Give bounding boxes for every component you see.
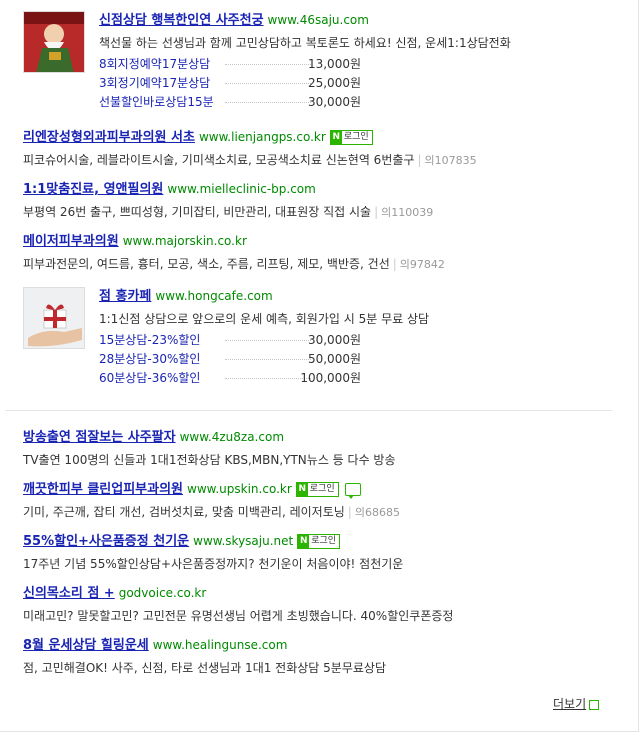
talk-chat-icon[interactable] — [344, 483, 361, 499]
badge-label: 로그인 — [309, 484, 335, 494]
naver-login-badge[interactable]: N 로그인 — [297, 534, 341, 549]
ad-description: 부평역 26번 출구, 쁘띠성형, 기미잡티, 비만관리, 대표원장 직접 시술 — [23, 205, 372, 219]
price-row[interactable]: 60분상담-36%할인 100,000원 — [99, 369, 385, 388]
naver-n-icon: N — [296, 483, 308, 496]
ad-url[interactable]: godvoice.co.kr — [119, 586, 207, 600]
license-number: 의107835 — [424, 154, 477, 167]
price-value: 30,000원 — [307, 333, 361, 347]
ad-title-link[interactable]: 8월 운세상담 힐링운세 — [23, 638, 149, 653]
price-name[interactable]: 선불할인바로상담15분 — [99, 93, 214, 112]
ad-item: 1:1맞춤진료, 영앤필의원 www.mielleclinic-bp.com 부평… — [23, 180, 623, 222]
ad-title-link[interactable]: 리엔장성형외과피부과의원 서초 — [23, 130, 195, 145]
more-link[interactable]: 더보기 — [553, 695, 600, 712]
price-name[interactable]: 28분상담-30%할인 — [99, 350, 200, 369]
ad-title-link[interactable]: 신의목소리 점 + — [23, 586, 115, 601]
price-name[interactable]: 3회정기예약17분상담 — [99, 74, 210, 93]
price-row[interactable]: 8회지정예약17분상담 13,000원 — [99, 55, 385, 74]
license-number: 의110039 — [381, 206, 434, 219]
price-value: 13,000원 — [307, 57, 361, 71]
ad-url[interactable]: www.hongcafe.com — [155, 289, 272, 303]
badge-label: 로그인 — [343, 132, 369, 142]
gift-hand-thumbnail[interactable] — [23, 287, 85, 349]
price-name[interactable]: 8회지정예약17분상담 — [99, 55, 210, 74]
ad-item: 리엔장성형외과피부과의원 서초 www.lienjangps.co.kr N 로그인 … — [23, 128, 623, 170]
ad-url[interactable]: www.upskin.co.kr — [187, 482, 292, 496]
ad-description: 점, 고민해결OK! 사주, 신점, 타로 선생님과 1대1 전화상담 5분무료… — [23, 661, 386, 675]
price-value: 30,000원 — [307, 95, 361, 109]
price-row[interactable]: 3회정기예약17분상담 25,000원 — [99, 74, 385, 93]
dot-leader — [225, 102, 311, 103]
ad-item: 8월 운세상담 힐링운세 www.healingunse.com 점, 고민해결O… — [23, 636, 623, 677]
ad-url[interactable]: www.mielleclinic-bp.com — [167, 182, 315, 196]
ad-url[interactable]: www.majorskin.co.kr — [123, 234, 247, 248]
ad-item: 55%할인+사은품증정 천기운 www.skysaju.net N 로그인 17주년 … — [23, 532, 623, 573]
price-name[interactable]: 15분상담-23%할인 — [99, 331, 200, 350]
ad-item: 신점상담 행복한인연 사주천궁 www.46saju.com 책선물 하는 선생님… — [23, 11, 623, 112]
ad-item: 방송출연 점잘보는 사주팔자 www.4zu8za.com TV출연 100명의 … — [23, 428, 623, 469]
divider: | — [374, 205, 379, 219]
dot-leader — [225, 64, 311, 65]
dot-leader — [225, 359, 311, 360]
badge-label: 로그인 — [311, 536, 337, 546]
more-icon — [589, 699, 600, 710]
ad-title-link[interactable]: 점 홍카페 — [99, 289, 151, 304]
naver-login-badge[interactable]: N 로그인 — [329, 130, 373, 145]
more-label[interactable]: 더보기 — [553, 697, 586, 711]
price-row[interactable]: 선불할인바로상담15분 30,000원 — [99, 93, 385, 112]
license-number: 의97842 — [399, 258, 445, 271]
ad-description: 1:1신점 상담으로 앞으로의 운세 예측, 회원가입 시 5분 무료 상담 — [99, 312, 430, 326]
price-row[interactable]: 15분상담-23%할인 30,000원 — [99, 331, 385, 350]
fortune-teller-thumbnail[interactable] — [23, 11, 85, 73]
naver-n-icon: N — [298, 535, 310, 548]
ad-description: 기미, 주근깨, 잡티 개선, 검버섯치료, 맞춤 미백관리, 레이저토닝 — [23, 505, 345, 519]
ad-item: 신의목소리 점 + godvoice.co.kr 미래고민? 말못할고민? 고민전… — [23, 584, 623, 625]
ad-title-link[interactable]: 55%할인+사은품증정 천기운 — [23, 534, 189, 549]
ad-item: 깨끗한피부 클린업피부과의원 www.upskin.co.kr N 로그인 기미, 주… — [23, 480, 623, 522]
ad-description: 피코슈어시술, 레블라이트시술, 기미색소치료, 모공색소치료 신논현역 6번출… — [23, 153, 415, 167]
ad-description: TV출연 100명의 신들과 1대1전화상담 KBS,MBN,YTN뉴스 등 다… — [23, 453, 396, 467]
ad-title-link[interactable]: 방송출연 점잘보는 사주팔자 — [23, 430, 176, 445]
dot-leader — [225, 378, 311, 379]
price-value: 25,000원 — [307, 76, 361, 90]
ad-description: 책선물 하는 선생님과 함께 고민상담하고 복토론도 하세요! 신점, 운세1:… — [99, 36, 511, 50]
ad-item: 점 홍카페 www.hongcafe.com 1:1신점 상담으로 앞으로의 운세… — [23, 287, 623, 388]
ad-item: 메이저피부과의원 www.majorskin.co.kr 피부과전문의, 여드름,… — [23, 232, 623, 274]
price-list: 15분상담-23%할인 30,000원 28분상담-30%할인 50,000원 60… — [99, 331, 623, 388]
divider: | — [392, 257, 397, 271]
ad-title-link[interactable]: 신점상담 행복한인연 사주천궁 — [99, 13, 264, 28]
price-value: 100,000원 — [300, 371, 361, 385]
dot-leader — [225, 83, 311, 84]
ad-title-link[interactable]: 메이저피부과의원 — [23, 234, 119, 249]
divider: | — [417, 153, 422, 167]
ad-title-link[interactable]: 1:1맞춤진료, 영앤필의원 — [23, 182, 163, 197]
ad-title-link[interactable]: 깨끗한피부 클린업피부과의원 — [23, 482, 183, 497]
ad-url[interactable]: www.skysaju.net — [193, 534, 293, 548]
price-row[interactable]: 28분상담-30%할인 50,000원 — [99, 350, 385, 369]
price-list: 8회지정예약17분상담 13,000원 3회정기예약17분상담 25,000원 선불… — [99, 55, 623, 112]
naver-login-badge[interactable]: N 로그인 — [295, 482, 339, 497]
ad-description: 17주년 기념 55%할인상담+사은품증정까지? 천기운이 처음이야! 점천기운 — [23, 557, 404, 571]
section-divider — [5, 410, 612, 411]
divider: | — [347, 505, 352, 519]
price-value: 50,000원 — [307, 352, 361, 366]
ad-url[interactable]: www.healingunse.com — [153, 638, 288, 652]
naver-n-icon: N — [330, 131, 342, 144]
dot-leader — [225, 340, 311, 341]
ad-url[interactable]: www.lienjangps.co.kr — [199, 130, 326, 144]
ad-description: 미래고민? 말못할고민? 고민전문 유명선생님 어렵게 초빙했습니다. 40%할… — [23, 609, 454, 623]
ad-url[interactable]: www.4zu8za.com — [180, 430, 284, 444]
license-number: 의68685 — [354, 506, 400, 519]
ad-url[interactable]: www.46saju.com — [268, 13, 369, 27]
ad-description: 피부과전문의, 여드름, 흉터, 모공, 색소, 주름, 리프팅, 제모, 백반… — [23, 257, 390, 271]
price-name[interactable]: 60분상담-36%할인 — [99, 369, 200, 388]
